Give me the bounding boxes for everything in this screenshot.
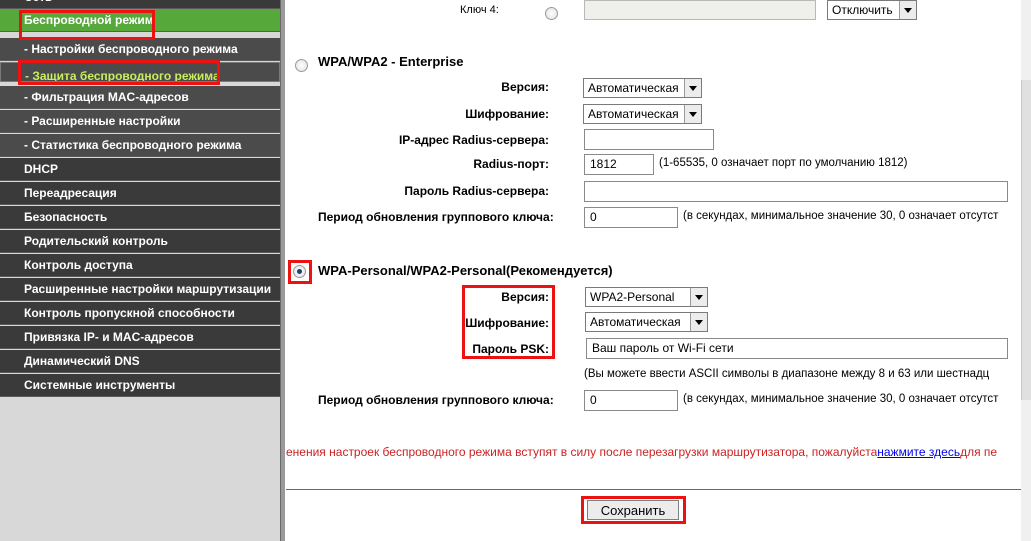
enterprise-group-key-input[interactable]: 0 <box>584 207 678 228</box>
personal-encryption-select[interactable]: Автоматическая <box>585 312 708 332</box>
personal-encryption-value: Автоматическая <box>590 315 681 329</box>
sidebar-item-bandwidth[interactable]: Контроль пропускной способности <box>0 302 280 325</box>
sidebar-item-ddns[interactable]: Динамический DNS <box>0 350 280 373</box>
personal-radio[interactable] <box>293 265 306 278</box>
save-button[interactable]: Сохранить <box>587 500 679 520</box>
personal-group-key-hint: (в секундах, минимальное значение 30, 0 … <box>683 393 999 405</box>
radius-password-input[interactable] <box>584 181 1008 202</box>
enterprise-group-key-label: Период обновления группового ключа: <box>318 210 554 224</box>
personal-group-key-input[interactable]: 0 <box>584 390 678 411</box>
chevron-down-icon <box>690 313 707 331</box>
sidebar-divider <box>280 0 285 541</box>
radius-ip-label: IP-адрес Radius-сервера: <box>398 133 549 147</box>
personal-title: WPA-Personal/WPA2-Personal(Рекомендуется… <box>318 263 613 278</box>
sidebar-item-parental-control[interactable]: Родительский контроль <box>0 230 280 253</box>
sidebar: Сеть Беспроводной режим - Настройки бесп… <box>0 0 280 541</box>
radius-port-label: Radius-порт: <box>473 157 549 171</box>
sidebar-item-statistics[interactable]: - Статистика беспроводного режима <box>0 134 280 157</box>
radius-port-hint: (1-65535, 0 означает порт по умолчанию 1… <box>659 157 908 169</box>
enterprise-radio[interactable] <box>295 59 308 72</box>
psk-label: Пароль PSK: <box>472 342 549 356</box>
sidebar-item-security[interactable]: Безопасность <box>0 206 280 229</box>
radius-password-label: Пароль Radius-сервера: <box>404 184 549 198</box>
scrollbar-thumb[interactable] <box>1021 80 1031 400</box>
sidebar-item-mac-filtering[interactable]: - Фильтрация MAC-адресов <box>0 86 280 109</box>
sidebar-item-advanced[interactable]: - Расширенные настройки <box>0 110 280 133</box>
personal-version-label: Версия: <box>501 290 549 304</box>
sidebar-item-ip-mac-binding[interactable]: Привязка IP- и MAC-адресов <box>0 326 280 349</box>
key4-state-select[interactable]: Отключить <box>827 0 917 20</box>
personal-encryption-label: Шифрование: <box>465 316 549 330</box>
sidebar-item-access-control[interactable]: Контроль доступа <box>0 254 280 277</box>
reboot-link[interactable]: нажмите здесь <box>877 445 960 459</box>
enterprise-group-key-hint: (в секундах, минимальное значение 30, 0 … <box>683 210 999 222</box>
chevron-down-icon <box>690 288 707 306</box>
radius-ip-input[interactable] <box>584 129 714 150</box>
sidebar-item-system-tools[interactable]: Системные инструменты <box>0 374 280 397</box>
enterprise-encryption-value: Автоматическая <box>588 107 679 121</box>
sidebar-item-wireless-settings[interactable]: - Настройки беспроводного режима <box>0 38 280 61</box>
sidebar-item-wireless-security[interactable]: - Защита беспроводного режима <box>0 62 280 82</box>
psk-input[interactable]: Ваш пароль от Wi-Fi сети <box>586 338 1008 359</box>
radius-port-input[interactable]: 1812 <box>584 154 654 175</box>
personal-version-value: WPA2-Personal <box>590 290 675 304</box>
chevron-down-icon <box>684 105 701 123</box>
chevron-down-icon <box>899 1 916 19</box>
enterprise-encryption-select[interactable]: Автоматическая <box>583 104 702 124</box>
sidebar-item-routing[interactable]: Расширенные настройки маршрутизации <box>0 278 280 301</box>
psk-hint: (Вы можете ввести ASCII символы в диапаз… <box>584 368 990 380</box>
scrollbar[interactable] <box>1021 0 1031 541</box>
enterprise-version-select[interactable]: Автоматическая <box>583 78 702 98</box>
personal-group-key-label: Период обновления группового ключа: <box>318 393 554 407</box>
key4-label: Ключ 4: <box>460 4 499 16</box>
key4-radio[interactable] <box>545 7 558 20</box>
enterprise-version-label: Версия: <box>501 80 549 94</box>
reboot-notice-text: енения настроек беспроводного режима вст… <box>286 445 878 459</box>
enterprise-title: WPA/WPA2 - Enterprise <box>318 54 464 69</box>
sidebar-item-dhcp[interactable]: DHCP <box>0 158 280 181</box>
reboot-notice: енения настроек беспроводного режима вст… <box>286 445 997 459</box>
key4-state-value: Отключить <box>832 3 893 17</box>
personal-version-select[interactable]: WPA2-Personal <box>585 287 708 307</box>
chevron-down-icon <box>684 79 701 97</box>
enterprise-encryption-label: Шифрование: <box>465 107 549 121</box>
sidebar-item-network[interactable]: Сеть <box>0 0 280 9</box>
key4-input[interactable] <box>584 0 816 20</box>
reboot-notice-tail: для пе <box>960 445 998 459</box>
divider-line <box>286 489 1031 490</box>
sidebar-item-wireless[interactable]: Беспроводной режим <box>0 9 280 32</box>
sidebar-item-forwarding[interactable]: Переадресация <box>0 182 280 205</box>
enterprise-version-value: Автоматическая <box>588 81 679 95</box>
